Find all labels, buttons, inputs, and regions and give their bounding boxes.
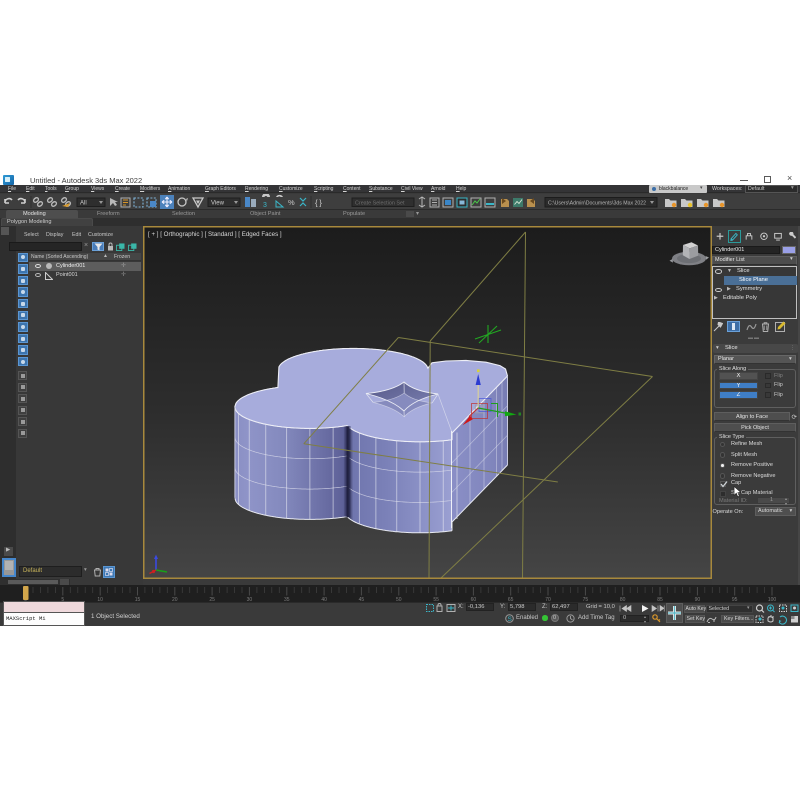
svg-text:{ }: { }	[315, 198, 322, 207]
svg-text:%: %	[288, 198, 295, 207]
svg-text:View: View	[211, 200, 225, 206]
svg-text:[ + ] [ Orthographic ] [ Stand: [ + ] [ Orthographic ] [ Standard ] [ Ed…	[148, 231, 282, 238]
svg-text:3: 3	[263, 202, 267, 209]
svg-text:C:\Users\Admin\Documents\3ds M: C:\Users\Admin\Documents\3ds Max 2022	[548, 200, 646, 206]
svg-text:S: S	[508, 616, 513, 623]
svg-text:All: All	[80, 200, 87, 206]
svg-text:Create Selection Set: Create Selection Set	[355, 200, 405, 206]
